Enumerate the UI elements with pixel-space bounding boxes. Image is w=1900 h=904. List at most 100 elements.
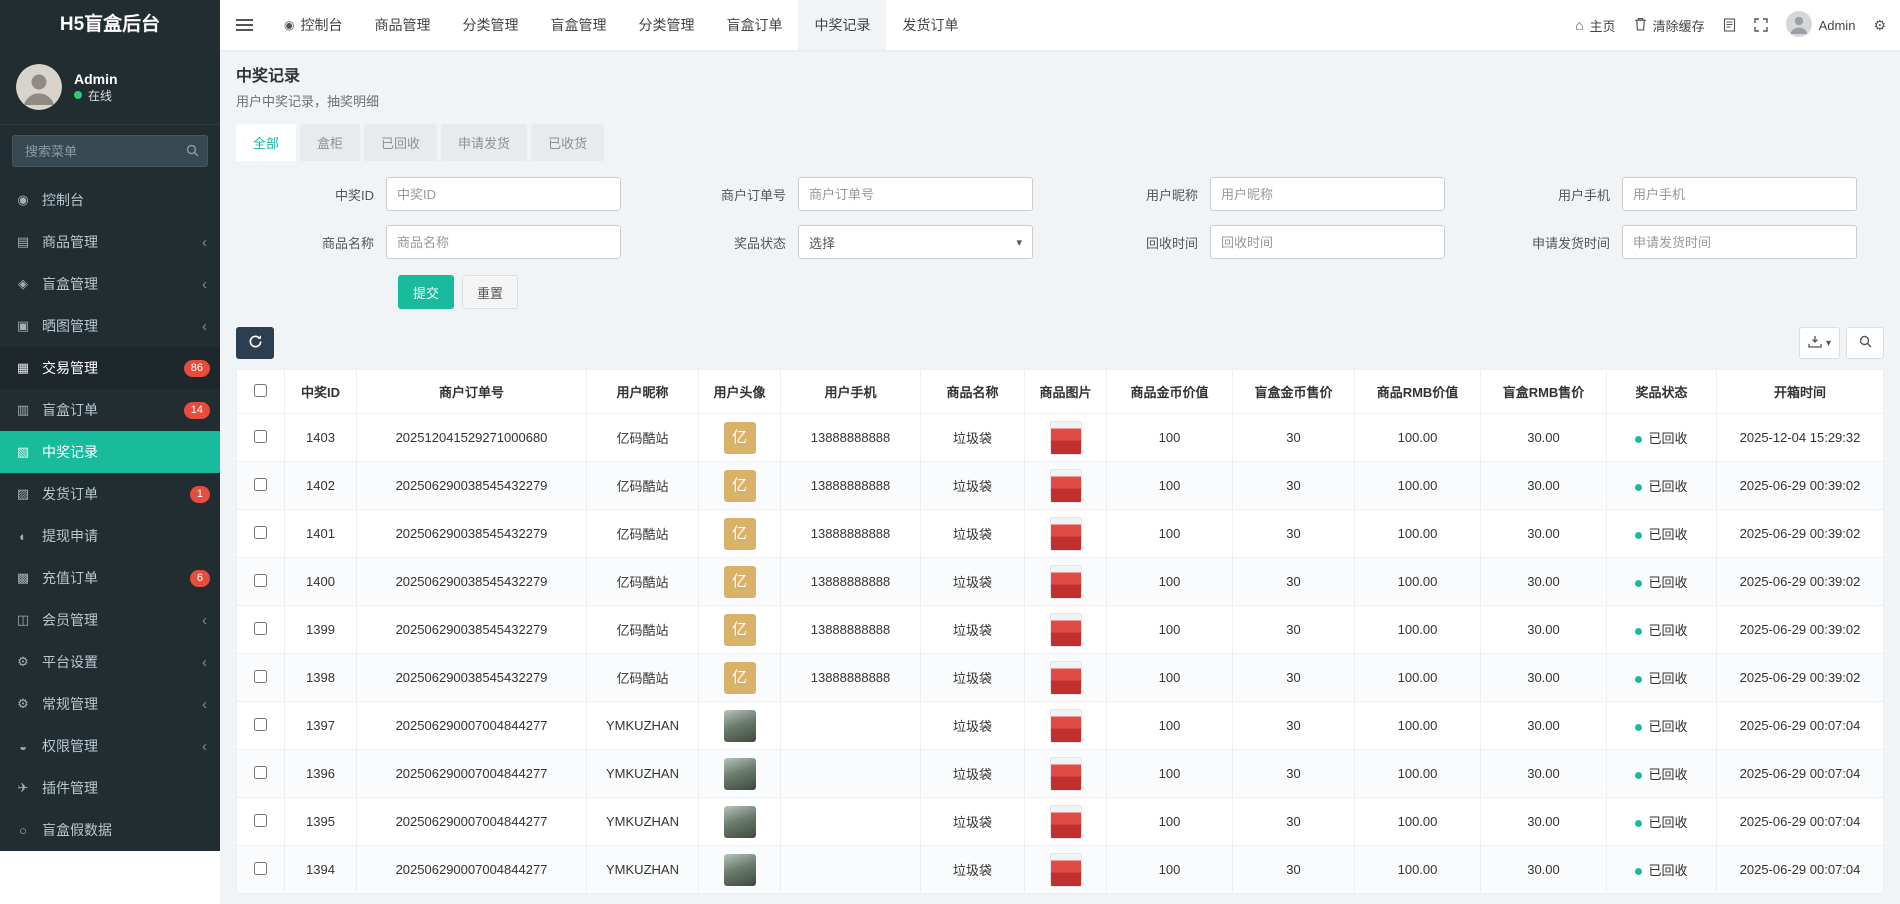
table-toolbar: ▾ [236, 327, 1884, 359]
docs-icon[interactable] [1723, 18, 1736, 32]
column-header-商品RMB价值[interactable]: 商品RMB价值 [1355, 370, 1481, 414]
cell-box-coin: 30 [1233, 510, 1355, 558]
sidebar-item-盲盒订单[interactable]: ▥盲盒订单14 [0, 389, 220, 431]
filter-input-商品名称[interactable] [386, 225, 621, 259]
product-image[interactable] [1050, 517, 1082, 551]
home-link[interactable]: ⌂ 主页 [1575, 16, 1615, 35]
product-image[interactable] [1050, 469, 1082, 503]
status-tab-已收货[interactable]: 已收货 [531, 124, 604, 161]
sidebar-item-提现申请[interactable]: ◐提现申请 [0, 515, 220, 557]
filter-select-奖品状态[interactable]: 选择▾ [798, 225, 1033, 259]
hamburger-menu-icon[interactable] [220, 0, 268, 50]
topbar-tab-中奖记录[interactable]: 中奖记录 [798, 0, 886, 50]
row-checkbox[interactable] [254, 766, 267, 779]
sidebar-item-常规管理[interactable]: ⚙常规管理‹ [0, 683, 220, 725]
status-tab-已回收[interactable]: 已回收 [364, 124, 437, 161]
fullscreen-icon[interactable] [1754, 18, 1768, 32]
gear-icon[interactable]: ⚙ [1873, 17, 1886, 34]
user-avatar-photo [724, 710, 756, 742]
row-checkbox[interactable] [254, 526, 267, 539]
sidebar-item-盲盒管理[interactable]: ◈盲盒管理‹ [0, 263, 220, 305]
status-tab-全部[interactable]: 全部 [236, 124, 296, 161]
column-header-商户订单号[interactable]: 商户订单号 [357, 370, 587, 414]
sidebar-item-商品管理[interactable]: ▤商品管理‹ [0, 221, 220, 263]
submit-button[interactable]: 提交 [398, 275, 454, 309]
refresh-button[interactable] [236, 327, 274, 359]
row-checkbox[interactable] [254, 574, 267, 587]
topbar-tab-分类管理[interactable]: 分类管理 [622, 0, 710, 50]
column-header-盲盒RMB售价[interactable]: 盲盒RMB售价 [1481, 370, 1607, 414]
cell-id: 1395 [285, 798, 357, 846]
product-image[interactable] [1050, 661, 1082, 695]
topbar-tab-商品管理[interactable]: 商品管理 [358, 0, 446, 50]
chevron-left-icon: ‹ [202, 738, 207, 755]
reset-button[interactable]: 重置 [462, 275, 518, 309]
sidebar-item-盲盒假数据[interactable]: ○盲盒假数据 [0, 809, 220, 851]
column-header-用户手机[interactable]: 用户手机 [781, 370, 921, 414]
dashboard-icon: ◉ [284, 18, 294, 32]
sidebar-item-充值订单[interactable]: ▩充值订单6 [0, 557, 220, 599]
column-header-商品金币价值[interactable]: 商品金币价值 [1107, 370, 1233, 414]
status-tab-盒柜[interactable]: 盒柜 [300, 124, 360, 161]
search-toggle-button[interactable] [1846, 327, 1884, 359]
page-subtitle: 用户中奖记录，抽奖明细 [236, 91, 1884, 110]
product-image[interactable] [1050, 565, 1082, 599]
row-checkbox[interactable] [254, 430, 267, 443]
filter-input-申请发货时间[interactable] [1622, 225, 1857, 259]
column-header-开箱时间[interactable]: 开箱时间 [1717, 370, 1884, 414]
column-header-用户头像[interactable]: 用户头像 [699, 370, 781, 414]
cell-box-rmb: 30.00 [1481, 798, 1607, 846]
search-icon[interactable] [186, 144, 199, 160]
row-checkbox[interactable] [254, 670, 267, 683]
topbar-tab-盲盒管理[interactable]: 盲盒管理 [534, 0, 622, 50]
sidebar-item-插件管理[interactable]: ✈插件管理 [0, 767, 220, 809]
cell-product-image [1025, 702, 1107, 750]
topbar-tab-label: 商品管理 [374, 15, 430, 35]
column-header-商品图片[interactable]: 商品图片 [1025, 370, 1107, 414]
column-header-盲盒金币售价[interactable]: 盲盒金币售价 [1233, 370, 1355, 414]
topbar-tab-盲盒订单[interactable]: 盲盒订单 [710, 0, 798, 50]
cell-id: 1394 [285, 846, 357, 894]
row-checkbox[interactable] [254, 862, 267, 875]
export-button[interactable]: ▾ [1799, 327, 1840, 359]
topbar-tab-控制台[interactable]: ◉控制台 [268, 0, 358, 50]
product-image[interactable] [1050, 421, 1082, 455]
row-checkbox[interactable] [254, 622, 267, 635]
topbar-tab-发货订单[interactable]: 发货订单 [886, 0, 974, 50]
product-image[interactable] [1050, 853, 1082, 887]
sidebar-item-权限管理[interactable]: ◒权限管理‹ [0, 725, 220, 767]
row-checkbox[interactable] [254, 478, 267, 491]
column-header-用户昵称[interactable]: 用户昵称 [587, 370, 699, 414]
filter-input-回收时间[interactable] [1210, 225, 1445, 259]
row-checkbox[interactable] [254, 814, 267, 827]
product-image[interactable] [1050, 709, 1082, 743]
user-avatar-text: 亿 [724, 518, 756, 550]
menu-search-input[interactable] [12, 135, 208, 167]
status-tab-申请发货[interactable]: 申请发货 [441, 124, 527, 161]
filter-input-商户订单号[interactable] [798, 177, 1033, 211]
sidebar-item-控制台[interactable]: ◉控制台 [0, 179, 220, 221]
clear-cache-button[interactable]: 清除缓存 [1634, 16, 1705, 35]
product-image[interactable] [1050, 805, 1082, 839]
cell-order-no: 202512041529271000680 [357, 414, 587, 462]
sidebar-item-发货订单[interactable]: ▨发货订单1 [0, 473, 220, 515]
sidebar-item-label: 会员管理 [42, 610, 98, 630]
product-image[interactable] [1050, 757, 1082, 791]
column-header-商品名称[interactable]: 商品名称 [921, 370, 1025, 414]
sidebar-item-会员管理[interactable]: ◫会员管理‹ [0, 599, 220, 641]
filter-input-中奖ID[interactable] [386, 177, 621, 211]
sidebar-item-交易管理[interactable]: ▦交易管理86 [0, 347, 220, 389]
sidebar-item-平台设置[interactable]: ⚙平台设置‹ [0, 641, 220, 683]
sidebar-item-中奖记录[interactable]: ▧中奖记录 [0, 431, 220, 473]
row-checkbox[interactable] [254, 718, 267, 731]
column-header-中奖ID[interactable]: 中奖ID [285, 370, 357, 414]
topbar-user-menu[interactable]: Admin [1786, 11, 1856, 40]
filter-input-用户昵称[interactable] [1210, 177, 1445, 211]
topbar-tab-分类管理[interactable]: 分类管理 [446, 0, 534, 50]
sidebar-item-晒图管理[interactable]: ▣晒图管理‹ [0, 305, 220, 347]
filter-input-用户手机[interactable] [1622, 177, 1857, 211]
product-image[interactable] [1050, 613, 1082, 647]
topbar-tab-label: 盲盒订单 [726, 15, 782, 35]
column-header-奖品状态[interactable]: 奖品状态 [1607, 370, 1717, 414]
select-all-checkbox[interactable] [254, 384, 267, 397]
